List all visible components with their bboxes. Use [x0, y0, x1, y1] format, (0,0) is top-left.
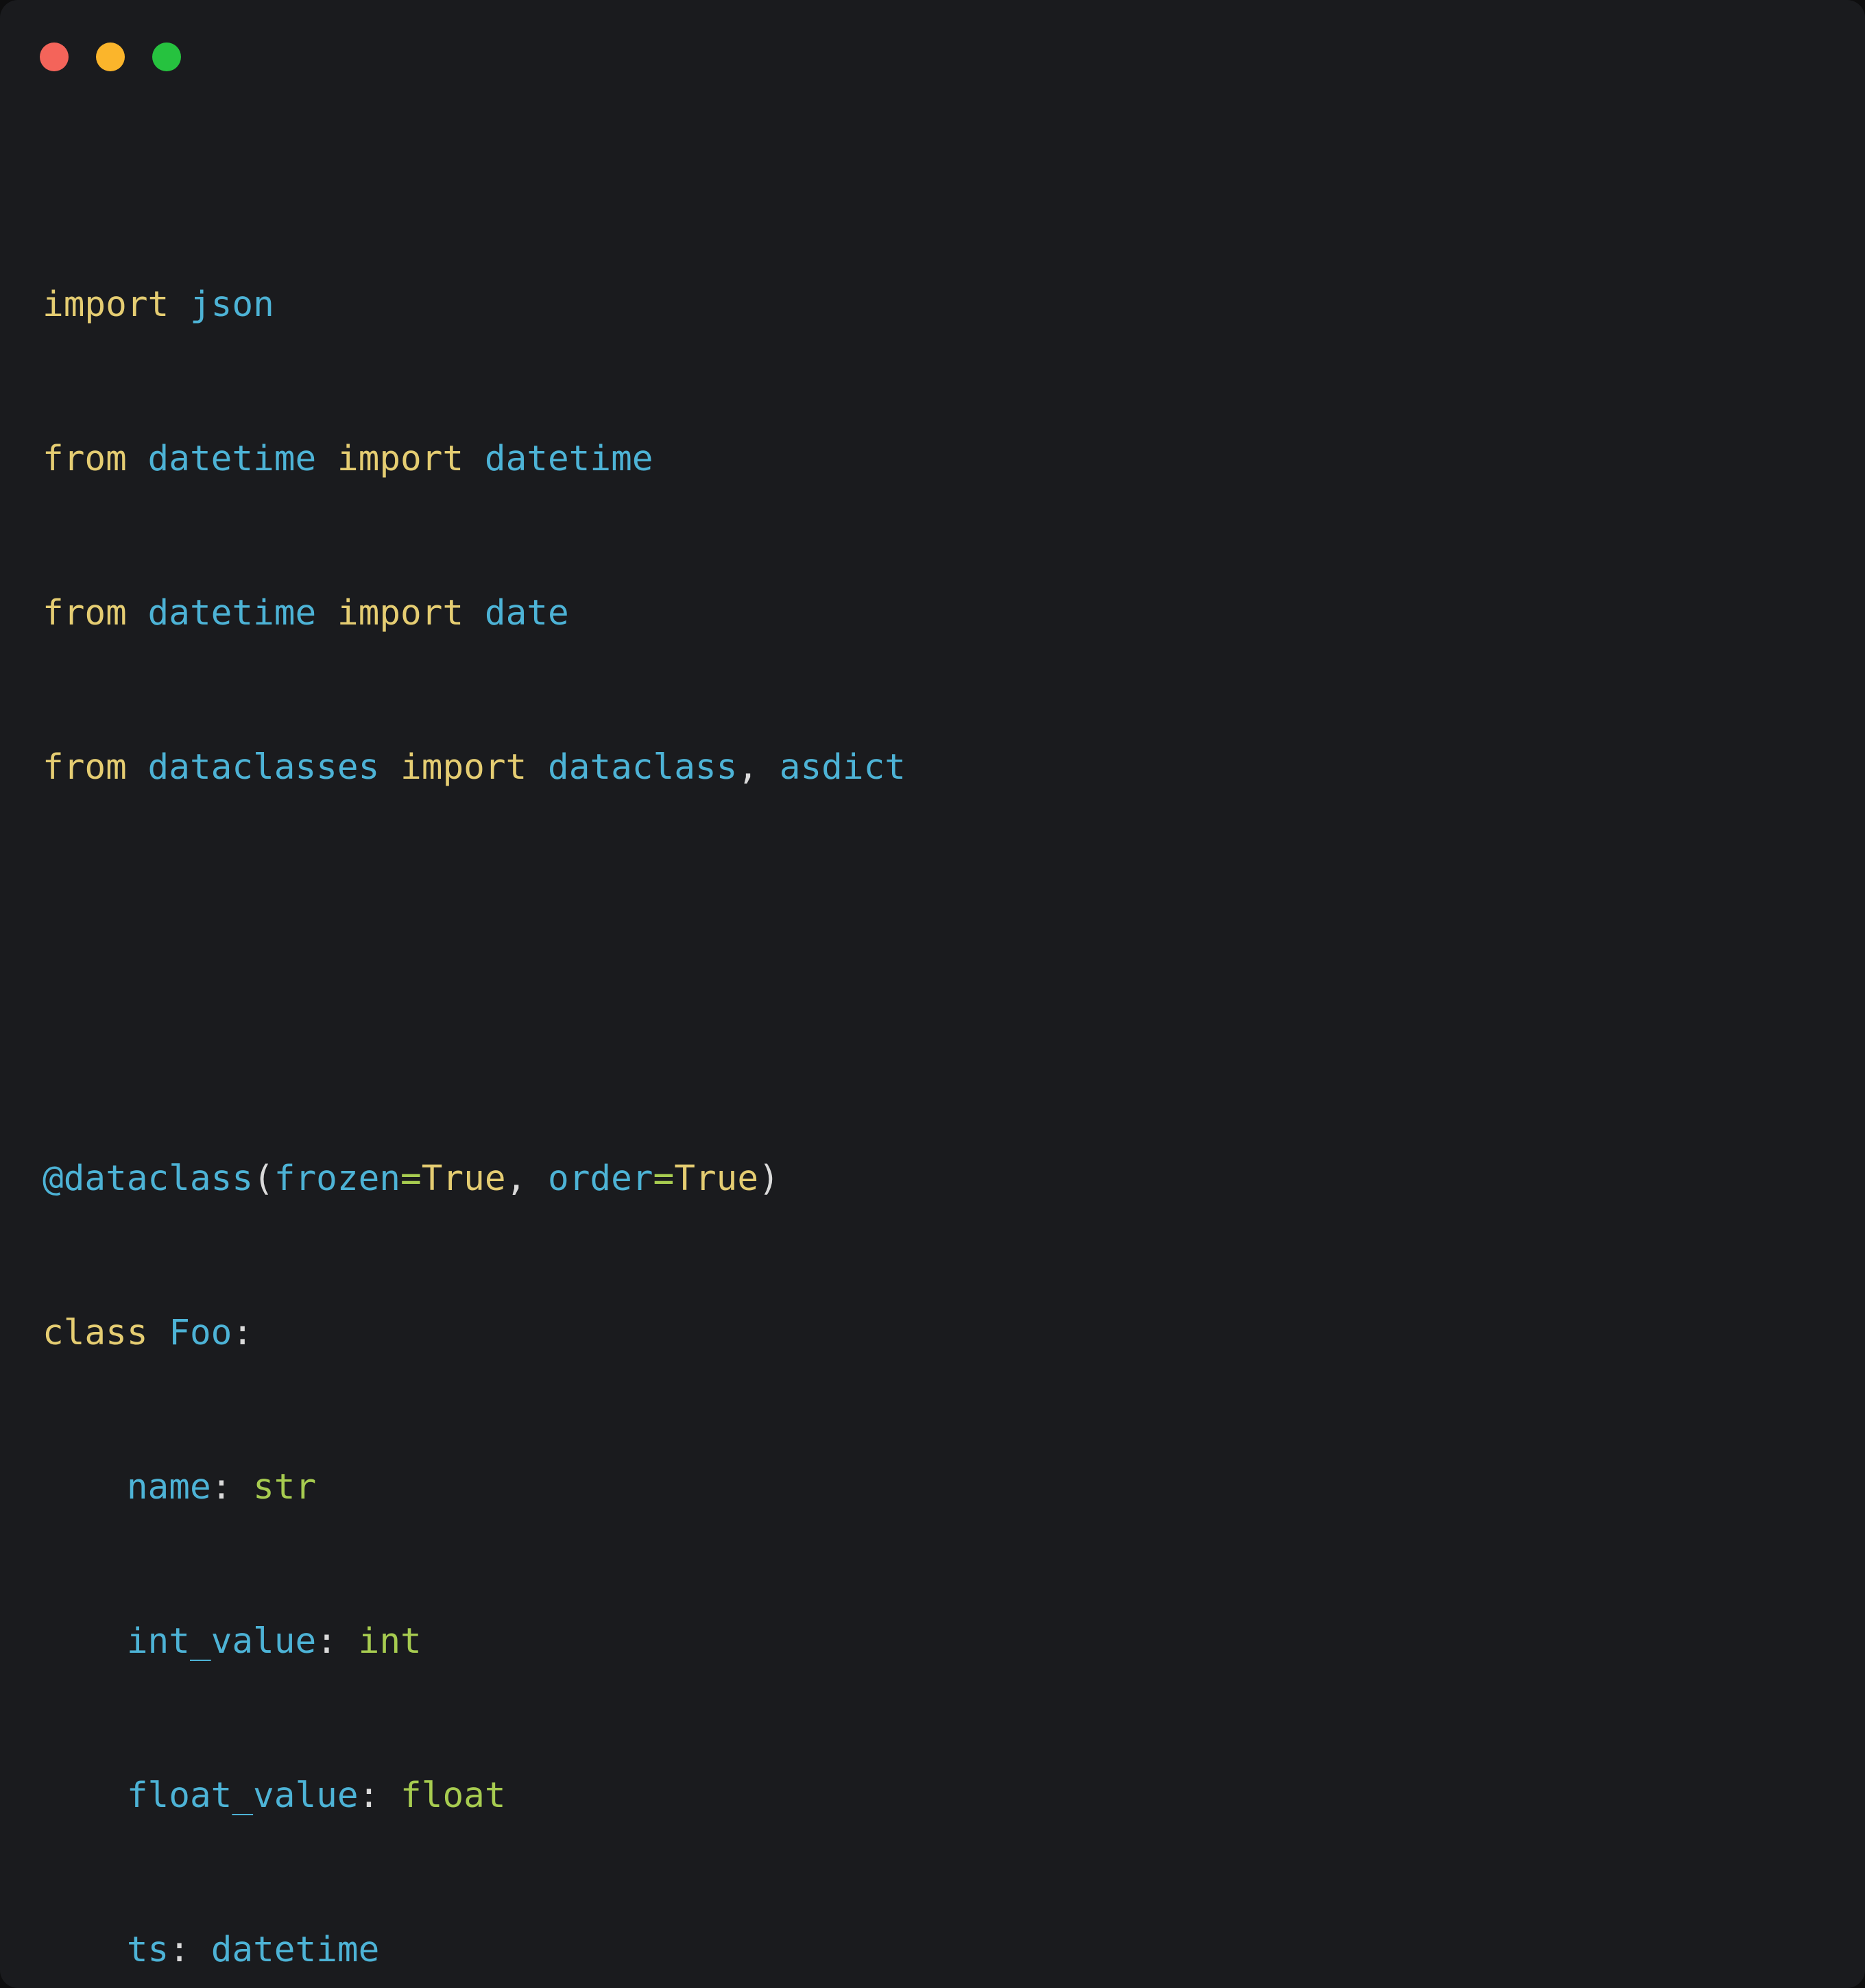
window-titlebar[interactable] — [0, 0, 1865, 103]
code-line: import json — [43, 284, 274, 325]
code-line: name: str — [126, 1467, 317, 1507]
code-window: import json from datetime import datetim… — [0, 0, 1865, 1988]
minimize-button-icon[interactable] — [96, 43, 125, 71]
code-line: from datetime import datetime — [43, 439, 653, 479]
code-line: int_value: int — [126, 1621, 422, 1662]
code-block[interactable]: import json from datetime import datetim… — [43, 125, 1832, 1988]
zoom-button-icon[interactable] — [152, 43, 181, 71]
code-line: float_value: float — [126, 1775, 506, 1816]
code-line: ts: datetime — [126, 1930, 380, 1970]
code-line: from datetime import date — [43, 593, 569, 633]
code-line: class Foo: — [43, 1313, 254, 1353]
close-button-icon[interactable] — [40, 43, 69, 71]
code-line: from dataclasses import dataclass, asdic… — [43, 747, 906, 788]
code-line: @dataclass(frozen=True, order=True) — [43, 1159, 780, 1199]
